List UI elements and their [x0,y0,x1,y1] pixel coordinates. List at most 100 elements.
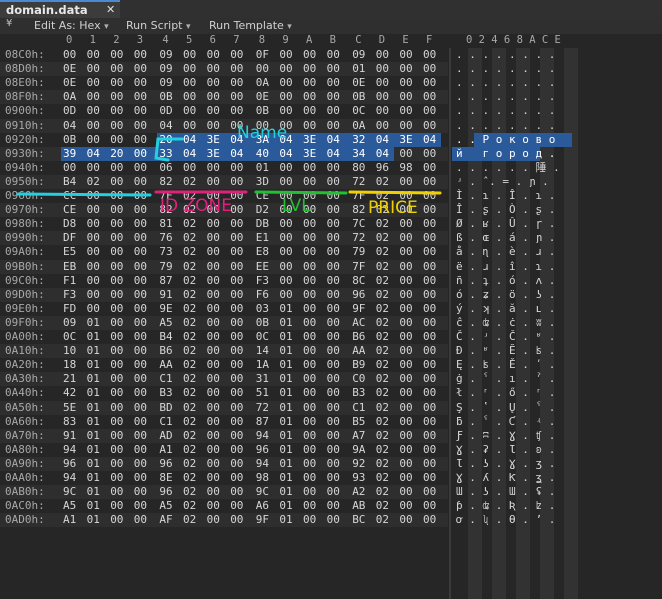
hex-byte[interactable]: 02 [183,245,199,259]
hex-byte[interactable]: 00 [376,90,392,104]
hex-byte[interactable]: 02 [183,302,199,316]
text-cell[interactable]: ß . ɶ . á . ɲ . [456,231,555,245]
hex-byte[interactable]: 00 [399,119,415,133]
hex-byte[interactable]: 02 [183,330,199,344]
hex-byte[interactable]: 00 [423,175,439,189]
hex-byte[interactable]: 00 [303,415,319,429]
hex-byte[interactable]: 00 [423,358,439,372]
hex-byte[interactable]: 02 [376,513,392,527]
hex-byte[interactable]: 00 [279,245,295,259]
hex-byte[interactable]: 20 [110,147,126,161]
hex-byte[interactable]: 0C [352,104,368,118]
hex-byte[interactable]: 02 [376,274,392,288]
hex-byte[interactable]: 00 [303,104,319,118]
hex-byte[interactable]: 00 [376,62,392,76]
hex-byte[interactable]: 00 [110,513,126,527]
hex-byte[interactable]: 00 [399,386,415,400]
hex-byte[interactable]: 00 [327,175,343,189]
hex-byte[interactable]: 00 [134,62,150,76]
hex-byte[interactable]: 00 [207,119,223,133]
text-cell[interactable]: . . . . . . . . [456,104,555,118]
hex-byte[interactable]: 0D [63,104,79,118]
hex-byte[interactable]: 00 [134,330,150,344]
hex-byte[interactable]: 00 [327,386,343,400]
hex-byte[interactable]: 00 [207,274,223,288]
hex-byte[interactable]: 00 [134,471,150,485]
hex-byte[interactable]: 39 [63,147,79,161]
hex-byte[interactable]: 94 [63,471,79,485]
hex-byte[interactable]: 00 [303,372,319,386]
hex-byte[interactable]: 00 [399,330,415,344]
hex-byte[interactable]: 00 [207,231,223,245]
hex-byte[interactable]: 73 [159,245,175,259]
hex-byte[interactable]: C1 [159,415,175,429]
hex-byte[interactable]: 00 [256,62,272,76]
hex-byte[interactable]: 02 [376,217,392,231]
hex-byte[interactable]: 00 [87,90,103,104]
hex-byte[interactable]: 00 [399,401,415,415]
hex-byte[interactable]: 00 [399,344,415,358]
hex-byte[interactable]: 01 [87,429,103,443]
hex-byte[interactable]: 00 [110,358,126,372]
hex-byte[interactable]: 00 [303,274,319,288]
hex-byte[interactable]: 09 [352,48,368,62]
hex-byte[interactable]: 04 [183,147,199,161]
hex-byte[interactable]: 00 [230,344,246,358]
hex-byte[interactable]: 00 [399,302,415,316]
hex-byte[interactable]: 02 [183,457,199,471]
hex-byte[interactable]: 00 [399,245,415,259]
close-icon[interactable]: ✕ [106,3,115,16]
hex-byte[interactable]: 00 [110,401,126,415]
hex-byte[interactable]: 7F [352,260,368,274]
hex-byte[interactable]: 00 [134,499,150,513]
hex-byte[interactable]: 00 [303,358,319,372]
hex-byte[interactable]: 01 [87,443,103,457]
hex-byte[interactable]: 04 [376,147,392,161]
hex-byte[interactable]: A1 [63,513,79,527]
hex-byte[interactable]: 00 [230,62,246,76]
hex-byte[interactable]: 00 [87,245,103,259]
hex-byte[interactable]: 02 [183,344,199,358]
hex-byte[interactable]: AB [352,499,368,513]
hex-byte[interactable]: 80 [352,161,368,175]
hex-byte[interactable]: 02 [376,401,392,415]
text-cell[interactable]: ë . ɹ . î . ɿ . [456,260,555,274]
hex-byte[interactable]: 04 [63,119,79,133]
hex-byte[interactable]: 00 [327,457,343,471]
hex-byte[interactable]: 00 [134,372,150,386]
hex-byte[interactable]: 00 [399,217,415,231]
hex-byte[interactable]: 00 [327,217,343,231]
hex-byte[interactable]: 00 [207,330,223,344]
hex-byte[interactable]: 0B [256,316,272,330]
hex-byte[interactable]: 18 [63,358,79,372]
hex-byte[interactable]: 02 [376,443,392,457]
hex-byte[interactable]: 00 [110,133,126,147]
hex-byte[interactable]: 9F [352,302,368,316]
text-cell[interactable]: ʴ . ̂ . = . ɲ . [456,175,549,189]
hex-byte[interactable]: 00 [134,104,150,118]
hex-byte[interactable]: 00 [134,429,150,443]
text-cell[interactable]: Ɩ . ʖ . Ɣ . ʒ . [456,457,555,471]
hex-byte[interactable]: 00 [399,147,415,161]
hex-byte[interactable]: 00 [399,231,415,245]
hex-byte[interactable]: 00 [423,344,439,358]
text-cell[interactable]: Đ . ʶ . Ĕ . ʪ . [456,344,555,358]
hex-byte[interactable]: 00 [134,76,150,90]
hex-byte[interactable]: 06 [159,161,175,175]
hex-byte[interactable]: 00 [87,133,103,147]
hex-byte[interactable]: 94 [256,429,272,443]
hex-byte[interactable]: 00 [207,471,223,485]
hex-byte[interactable]: 00 [230,203,246,217]
hex-byte[interactable]: 01 [87,471,103,485]
hex-byte[interactable]: 00 [423,457,439,471]
hex-byte[interactable]: 00 [423,415,439,429]
hex-byte[interactable]: 00 [423,330,439,344]
hex-byte[interactable]: 00 [423,443,439,457]
hex-byte[interactable]: 00 [303,119,319,133]
hex-byte[interactable]: 01 [279,330,295,344]
hex-byte[interactable]: 00 [134,358,150,372]
hex-byte[interactable]: 00 [327,189,343,203]
hex-byte[interactable]: 00 [303,76,319,90]
hex-byte[interactable]: 02 [183,175,199,189]
hex-byte[interactable]: 00 [230,90,246,104]
